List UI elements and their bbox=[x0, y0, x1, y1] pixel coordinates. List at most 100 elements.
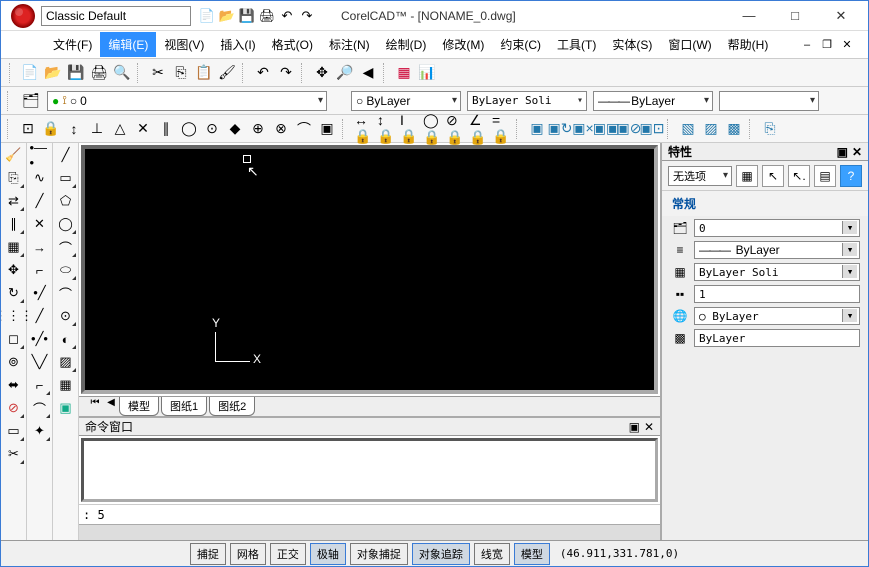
color-dropdown[interactable]: ○ ByLayer bbox=[351, 91, 461, 111]
redo-icon[interactable]: ↷ bbox=[299, 8, 315, 24]
menu-window[interactable]: 窗口(W) bbox=[660, 32, 719, 57]
dim-a-icon[interactable]: I🔒 bbox=[399, 119, 419, 139]
menu-file[interactable]: 文件(F) bbox=[45, 32, 100, 57]
menu-insert[interactable]: 插入(I) bbox=[212, 32, 263, 57]
ray-icon[interactable]: → bbox=[30, 237, 50, 257]
ellipse-icon[interactable]: ⬭ bbox=[56, 260, 76, 280]
status-grid-button[interactable]: 网格 bbox=[230, 543, 266, 565]
prop-scale-value[interactable]: 1 bbox=[694, 285, 860, 303]
sel2-icon[interactable]: ▣↻ bbox=[550, 119, 570, 139]
tab-model[interactable]: 模型 bbox=[119, 397, 159, 416]
arc2-icon[interactable]: ⌒ bbox=[56, 237, 76, 257]
new-icon[interactable]: 📄 bbox=[199, 8, 215, 24]
command-history[interactable] bbox=[81, 438, 658, 502]
save-doc-icon[interactable]: 💾 bbox=[66, 63, 86, 83]
snap-quad-icon[interactable]: ◆ bbox=[225, 119, 245, 139]
snap-endpoint-icon[interactable]: ⊡ bbox=[18, 119, 38, 139]
status-osnap-button[interactable]: 对象捕捉 bbox=[350, 543, 408, 565]
menu-draw[interactable]: 绘制(D) bbox=[378, 32, 435, 57]
snap-para-icon[interactable]: ∥ bbox=[156, 119, 176, 139]
snap-lock-icon[interactable]: 🔒 bbox=[41, 119, 61, 139]
undo2-icon[interactable]: ↶ bbox=[253, 63, 273, 83]
sel3-icon[interactable]: ▣× bbox=[573, 119, 593, 139]
print-doc-icon[interactable]: 🖨 bbox=[89, 63, 109, 83]
mdi-restore-button[interactable]: ❐ bbox=[820, 38, 834, 52]
tab-first-icon[interactable]: ⏮ bbox=[87, 397, 103, 416]
sel8-icon[interactable]: ▨ bbox=[701, 119, 721, 139]
rect-icon[interactable]: ▭ bbox=[56, 168, 76, 188]
trim-icon[interactable]: ⊘ bbox=[4, 398, 24, 418]
preview-icon[interactable]: 🔍 bbox=[112, 63, 132, 83]
prop-layer-value[interactable]: 0 bbox=[694, 219, 860, 237]
plotstyle-dropdown[interactable] bbox=[719, 91, 819, 111]
explode-icon[interactable]: ✦ bbox=[30, 421, 50, 441]
fillet-icon[interactable]: ⌒ bbox=[30, 398, 50, 418]
rotate-icon[interactable]: ↻ bbox=[4, 283, 24, 303]
sel1-icon[interactable]: ▣ bbox=[527, 119, 547, 139]
snap-tan-icon[interactable]: ⊙ bbox=[202, 119, 222, 139]
zoom-icon[interactable]: 🔎 bbox=[335, 63, 355, 83]
circle2-icon[interactable]: ◯ bbox=[56, 214, 76, 234]
prop-material-value[interactable]: ByLayer bbox=[694, 329, 860, 347]
pline-icon[interactable]: ⌐ bbox=[30, 260, 50, 280]
snap-int-icon[interactable]: ✕ bbox=[133, 119, 153, 139]
prop-linetype-value[interactable]: ——— ByLayer bbox=[694, 241, 860, 259]
menu-dimension[interactable]: 标注(N) bbox=[321, 32, 378, 57]
properties-palette-icon[interactable]: ▦ bbox=[394, 63, 414, 83]
open-icon[interactable]: 📂 bbox=[219, 8, 235, 24]
extend-icon[interactable]: ▭ bbox=[4, 421, 24, 441]
cut-icon[interactable]: ✂ bbox=[148, 63, 168, 83]
help-icon[interactable]: ? bbox=[840, 165, 862, 187]
snap-center-icon[interactable]: ⊕ bbox=[248, 119, 268, 139]
open-doc-icon[interactable]: 📂 bbox=[43, 63, 63, 83]
props-close-icon[interactable]: ✕ bbox=[852, 145, 862, 159]
arc3-icon[interactable]: ⌒ bbox=[56, 283, 76, 303]
pan-icon[interactable]: ✥ bbox=[312, 63, 332, 83]
menu-tools[interactable]: 工具(T) bbox=[549, 32, 604, 57]
chamfer-icon[interactable]: ⌐ bbox=[30, 375, 50, 395]
stretch-icon[interactable]: ⬌ bbox=[4, 375, 24, 395]
menu-modify[interactable]: 修改(M) bbox=[434, 32, 492, 57]
design-center-icon[interactable]: 📊 bbox=[417, 63, 437, 83]
linetype-dropdown[interactable]: ByLayer Soli bbox=[467, 91, 587, 111]
line-icon[interactable]: ╱ bbox=[56, 145, 76, 165]
snap-ins-icon[interactable]: ▣ bbox=[317, 119, 337, 139]
layer-dropdown[interactable]: ● ⟟ ○ 0 bbox=[47, 91, 327, 111]
target-icon[interactable]: ⊚ bbox=[4, 352, 24, 372]
matchprops-icon[interactable]: 🖌 bbox=[217, 63, 237, 83]
menu-edit[interactable]: 编辑(E) bbox=[100, 32, 156, 57]
node-icon[interactable]: •—• bbox=[30, 145, 50, 165]
dim-r-icon[interactable]: ◯🔒 bbox=[422, 119, 442, 139]
sel9-icon[interactable]: ▩ bbox=[724, 119, 744, 139]
undo-icon[interactable]: ↶ bbox=[279, 8, 295, 24]
offset-icon[interactable]: ∥ bbox=[4, 214, 24, 234]
layer-manager-icon[interactable]: 🗂 bbox=[21, 91, 41, 111]
sel10-icon[interactable]: ⎘ bbox=[760, 119, 780, 139]
workspace-selector[interactable] bbox=[41, 6, 191, 26]
dim-h-icon[interactable]: ↔🔒 bbox=[353, 119, 373, 139]
donut-icon[interactable]: ⊙ bbox=[56, 306, 76, 326]
menu-constraint[interactable]: 约束(C) bbox=[492, 32, 549, 57]
tab-prev-icon[interactable]: ◀ bbox=[103, 397, 119, 416]
menu-solids[interactable]: 实体(S) bbox=[604, 32, 660, 57]
mdi-minimize-button[interactable]: ‒ bbox=[800, 38, 814, 52]
line3-icon[interactable]: ╱ bbox=[30, 306, 50, 326]
lineweight-dropdown[interactable]: ——— ByLayer bbox=[593, 91, 713, 111]
toggle-pal-icon[interactable]: ▤ bbox=[814, 165, 836, 187]
break-icon[interactable]: ✂ bbox=[4, 444, 24, 464]
copy2-icon[interactable]: ⎘ bbox=[4, 168, 24, 188]
cmd-dock-icon[interactable]: ▣ bbox=[629, 420, 640, 434]
join-icon[interactable]: ╲╱ bbox=[30, 352, 50, 372]
cmd-close-icon[interactable]: ✕ bbox=[644, 420, 654, 434]
grid-icon[interactable]: ⋮⋮⋮ bbox=[4, 306, 24, 326]
polygon-icon[interactable]: ⬠ bbox=[56, 191, 76, 211]
mdi-close-button[interactable]: ✕ bbox=[840, 38, 854, 52]
move2-icon[interactable]: ✥ bbox=[4, 260, 24, 280]
paste-icon[interactable]: 📋 bbox=[194, 63, 214, 83]
xline-icon[interactable]: ✕ bbox=[30, 214, 50, 234]
status-lwt-button[interactable]: 线宽 bbox=[474, 543, 510, 565]
sel7-icon[interactable]: ▧ bbox=[678, 119, 698, 139]
snap-circle-icon[interactable]: ◯ bbox=[179, 119, 199, 139]
region-icon[interactable]: ◐ bbox=[56, 329, 76, 349]
dim-eq-icon[interactable]: =🔒 bbox=[491, 119, 511, 139]
